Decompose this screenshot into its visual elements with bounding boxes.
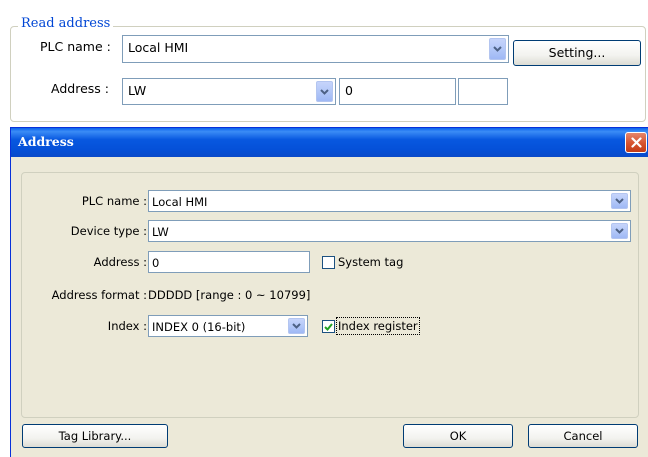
setting-button[interactable]: Setting...: [513, 40, 641, 66]
index-register-label[interactable]: Index register: [336, 317, 420, 335]
address-input-value: 0: [345, 83, 353, 98]
system-tag-checkbox[interactable]: [322, 256, 335, 269]
ok-button[interactable]: OK: [403, 424, 513, 448]
address-format-label: Address format :: [51, 288, 147, 302]
check-icon: [324, 322, 333, 331]
index-label: Index :: [107, 319, 147, 333]
address-input[interactable]: 0: [339, 78, 456, 105]
dialog-plc-name-label: PLC name :: [81, 194, 147, 208]
chevron-down-icon[interactable]: [611, 193, 628, 209]
chevron-down-icon[interactable]: [316, 81, 333, 102]
device-type-label: Device type :: [70, 224, 147, 238]
read-address-group-title: Read address: [18, 16, 114, 32]
dialog-title: Address: [18, 134, 74, 149]
address-dialog: Address PLC name : Local HMI Device type…: [10, 127, 648, 457]
tag-library-button[interactable]: Tag Library...: [22, 424, 168, 448]
chevron-down-icon[interactable]: [288, 318, 305, 334]
device-value: LW: [128, 83, 147, 98]
index-register-checkbox[interactable]: [322, 320, 335, 333]
cancel-button[interactable]: Cancel: [528, 424, 638, 448]
address-suffix-field[interactable]: [458, 78, 508, 105]
plc-name-label: PLC name :: [40, 39, 111, 54]
address-format-value: DDDDD [range : 0 ~ 10799]: [148, 288, 311, 302]
device-select[interactable]: LW: [122, 78, 336, 105]
chevron-down-icon[interactable]: [611, 223, 628, 239]
index-value: INDEX 0 (16-bit): [152, 320, 246, 334]
device-type-select[interactable]: LW: [148, 220, 631, 242]
plc-name-value: Local HMI: [128, 40, 189, 55]
dialog-plc-name-select[interactable]: Local HMI: [148, 190, 631, 212]
device-type-value: LW: [152, 225, 169, 239]
dialog-address-label: Address :: [93, 255, 147, 269]
address-label: Address :: [51, 81, 109, 96]
dialog-address-value: 0: [152, 256, 160, 270]
dialog-plc-name-value: Local HMI: [152, 195, 208, 209]
plc-name-select[interactable]: Local HMI: [122, 35, 509, 63]
close-icon: [630, 137, 642, 148]
chevron-down-icon[interactable]: [489, 38, 506, 60]
index-select[interactable]: INDEX 0 (16-bit): [148, 315, 308, 337]
close-button[interactable]: [625, 132, 647, 153]
dialog-title-bar[interactable]: [11, 128, 648, 157]
dialog-address-input[interactable]: 0: [148, 251, 310, 273]
system-tag-label[interactable]: System tag: [338, 254, 403, 270]
